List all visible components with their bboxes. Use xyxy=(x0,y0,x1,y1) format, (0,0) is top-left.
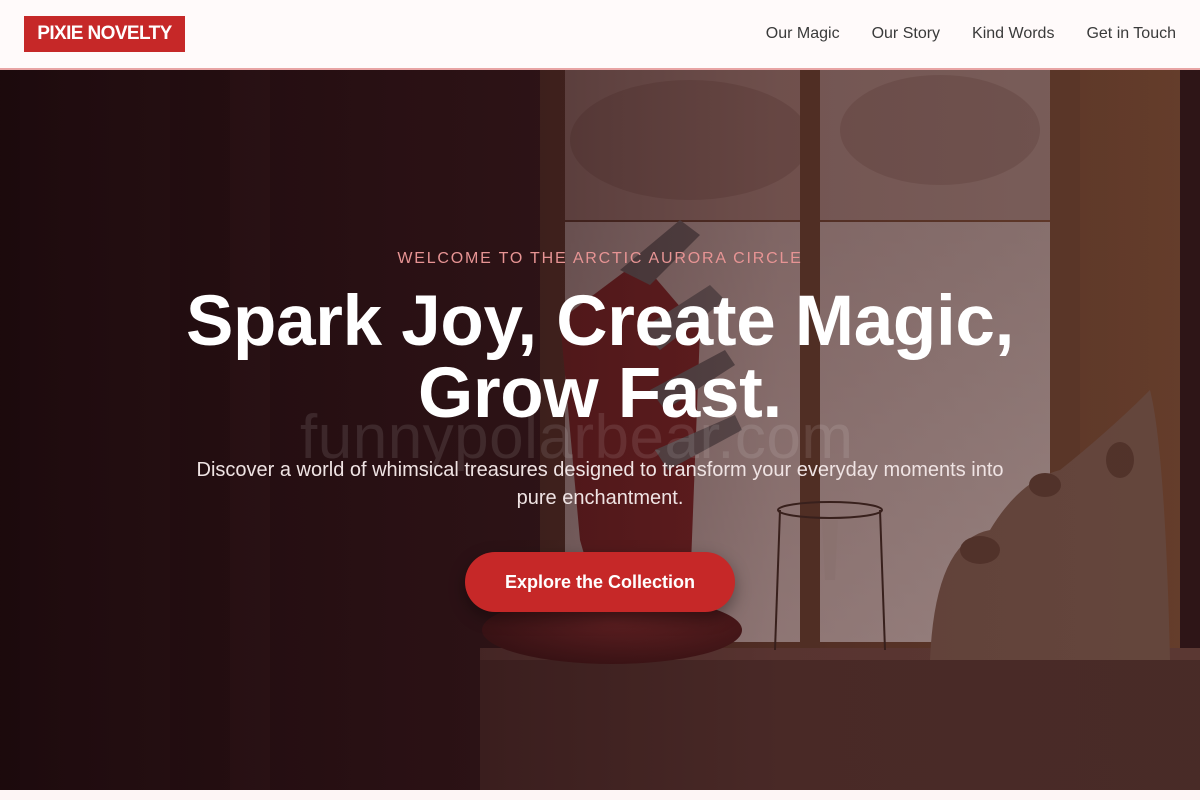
main-nav: Our Magic Our Story Kind Words Get in To… xyxy=(734,0,1176,68)
hero-headline: Spark Joy, Create Magic, Grow Fast. xyxy=(150,286,1050,430)
nav-link-get-in-touch[interactable]: Get in Touch xyxy=(1086,25,1176,43)
site-header: PIXIE NOVELTY Our Magic Our Story Kind W… xyxy=(0,0,1200,70)
hero-headline-line1: Spark Joy, Create Magic, xyxy=(185,282,1015,361)
hero-content: WELCOME TO THE ARCTIC AURORA CIRCLE Spar… xyxy=(150,70,1050,790)
explore-collection-button[interactable]: Explore the Collection xyxy=(465,552,735,612)
page-bottom-strip xyxy=(0,790,1200,800)
hero-eyebrow: WELCOME TO THE ARCTIC AURORA CIRCLE xyxy=(397,250,803,267)
nav-link-our-magic[interactable]: Our Magic xyxy=(766,25,840,43)
brand-logo[interactable]: PIXIE NOVELTY xyxy=(24,16,185,52)
nav-link-our-story[interactable]: Our Story xyxy=(872,25,940,43)
hero-headline-line2: Grow Fast. xyxy=(418,354,782,433)
hero-subtext: Discover a world of whimsical treasures … xyxy=(196,459,1004,509)
nav-link-kind-words[interactable]: Kind Words xyxy=(972,25,1054,43)
hero-section: funnypolarbear.com WELCOME TO THE ARCTIC… xyxy=(0,70,1200,790)
